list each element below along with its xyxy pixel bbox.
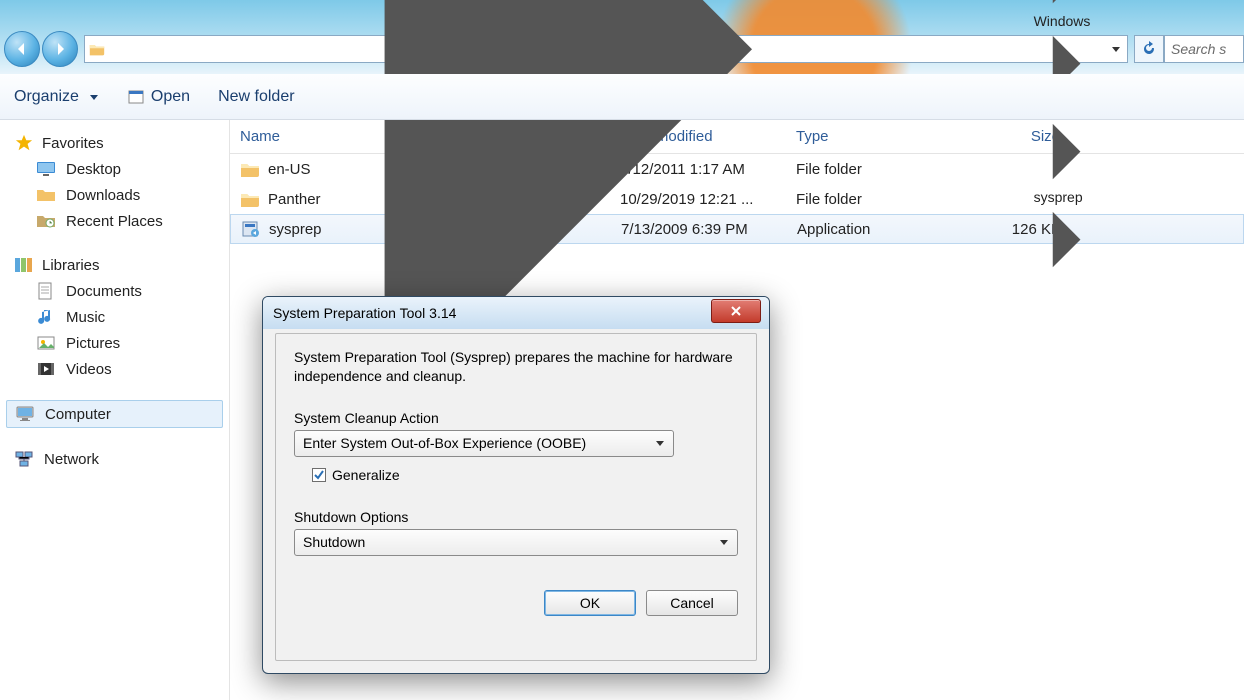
dialog-body: System Preparation Tool (Sysprep) prepar… xyxy=(275,333,757,661)
chevron-right-icon xyxy=(1032,205,1101,274)
cancel-label: Cancel xyxy=(670,595,714,611)
dialog-titlebar[interactable]: System Preparation Tool 3.14 xyxy=(263,297,769,329)
breadcrumb[interactable]: ComputerSystem (C:)WindowsSystem32syspre… xyxy=(1032,0,1101,278)
folder-icon xyxy=(36,186,56,204)
ok-button[interactable]: OK xyxy=(544,590,636,616)
explorer-toolbar: Organize Open New folder xyxy=(0,74,1244,120)
check-icon xyxy=(313,469,325,481)
nav-row: ComputerSystem (C:)WindowsSystem32syspre… xyxy=(0,30,1244,68)
network-icon xyxy=(14,450,34,468)
open-icon xyxy=(127,88,145,106)
address-bar[interactable]: ComputerSystem (C:)WindowsSystem32syspre… xyxy=(84,35,1128,63)
checkbox-box xyxy=(312,468,326,482)
shutdown-value: Shutdown xyxy=(303,534,365,550)
open-label: Open xyxy=(151,88,190,106)
star-icon xyxy=(14,134,34,152)
chevron-right-icon xyxy=(1032,0,1101,10)
chevron-down-icon xyxy=(89,92,99,102)
folder-icon xyxy=(89,41,105,57)
sidebar-item-label: Computer xyxy=(45,406,111,423)
organize-label: Organize xyxy=(14,88,79,106)
dialog-description: System Preparation Tool (Sysprep) prepar… xyxy=(294,348,738,386)
breadcrumb-segment[interactable]: Windows xyxy=(1032,13,1101,29)
monitor-icon xyxy=(36,160,56,178)
address-history-drop[interactable] xyxy=(1109,44,1123,54)
organize-menu[interactable]: Organize xyxy=(14,88,99,106)
shutdown-options-combo[interactable]: Shutdown xyxy=(294,529,738,556)
new-folder-button[interactable]: New folder xyxy=(218,88,294,106)
videos-icon xyxy=(36,360,56,378)
search-placeholder: Search s xyxy=(1171,41,1226,57)
sidebar-item-label: Music xyxy=(66,309,105,326)
chevron-right-icon xyxy=(1032,117,1101,186)
sysprep-dialog: System Preparation Tool 3.14 System Prep… xyxy=(262,296,770,674)
recent-icon xyxy=(36,212,56,230)
libraries-label: Libraries xyxy=(42,257,100,274)
generalize-checkbox[interactable]: Generalize xyxy=(312,467,738,483)
pictures-icon xyxy=(36,334,56,352)
cleanup-label: System Cleanup Action xyxy=(294,410,738,426)
shutdown-label: Shutdown Options xyxy=(294,509,738,525)
favorites-label: Favorites xyxy=(42,135,104,152)
search-input[interactable]: Search s xyxy=(1164,35,1244,63)
close-button[interactable] xyxy=(711,299,761,323)
computer-icon xyxy=(15,405,35,423)
cleanup-action-combo[interactable]: Enter System Out-of-Box Experience (OOBE… xyxy=(294,430,674,457)
ok-label: OK xyxy=(580,595,600,611)
libraries-icon xyxy=(14,256,34,274)
back-button[interactable] xyxy=(4,31,40,67)
sidebar-item-label: Videos xyxy=(66,361,112,378)
generalize-label: Generalize xyxy=(332,467,400,483)
music-icon xyxy=(36,308,56,326)
sidebar-item-label: Network xyxy=(44,451,99,468)
open-button[interactable]: Open xyxy=(127,88,190,106)
cleanup-value: Enter System Out-of-Box Experience (OOBE… xyxy=(303,435,586,451)
new-folder-label: New folder xyxy=(218,88,294,106)
chevron-down-icon xyxy=(655,438,665,448)
chevron-down-icon xyxy=(719,537,729,547)
breadcrumb-segment[interactable]: sysprep xyxy=(1032,189,1101,205)
cancel-button[interactable]: Cancel xyxy=(646,590,738,616)
refresh-icon xyxy=(1141,41,1157,57)
close-icon xyxy=(729,305,743,317)
forward-button[interactable] xyxy=(42,31,78,67)
dialog-title: System Preparation Tool 3.14 xyxy=(273,305,456,321)
documents-icon xyxy=(36,282,56,300)
refresh-button[interactable] xyxy=(1134,35,1164,63)
